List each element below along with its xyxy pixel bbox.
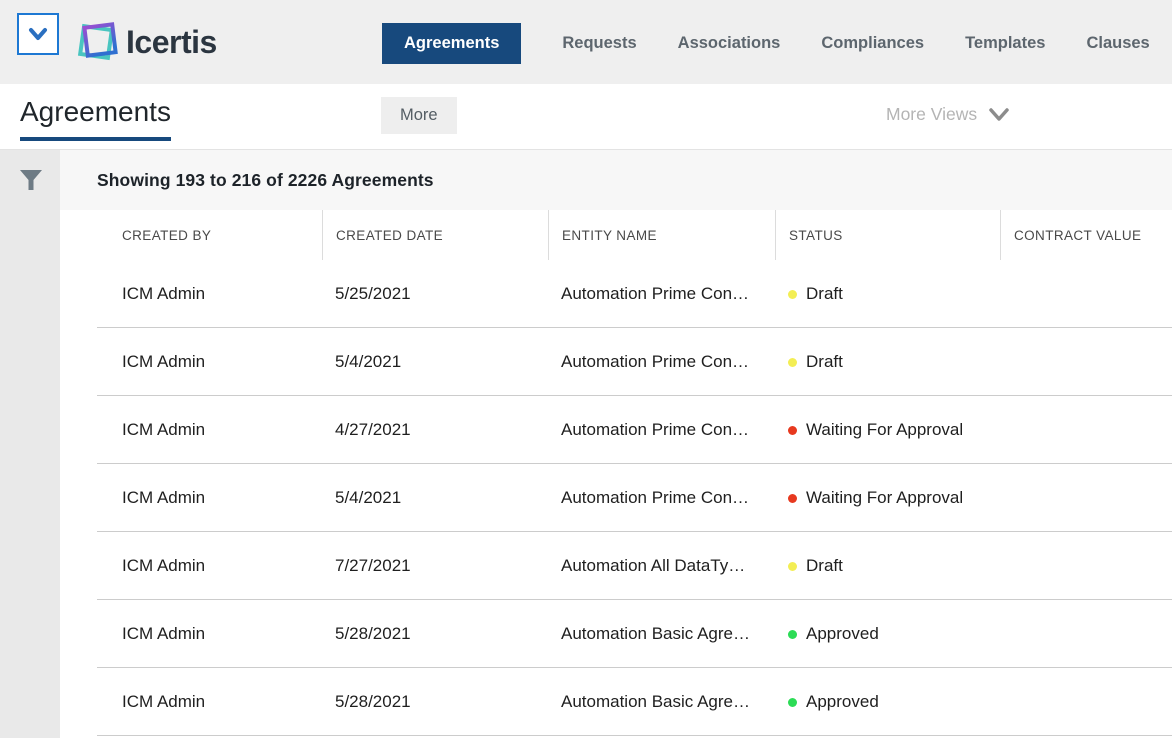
top-bar: Icertis Agreements Requests Associations Co… (0, 0, 1172, 84)
status-dot (788, 425, 797, 435)
table-row[interactable]: ICM Admin 5/4/2021 Automation Prime Con… Dr… (60, 328, 1172, 396)
results-summary-band: Showing 193 to 216 of 2226 Agreements (60, 150, 1172, 210)
cell-created-by: ICM Admin (122, 624, 206, 643)
cell-created-date: 5/4/2021 (335, 352, 402, 371)
column-header-entity-name[interactable]: ENTITY NAME (548, 210, 775, 260)
more-views-dropdown[interactable]: More Views (886, 104, 1009, 125)
status-label: Draft (806, 284, 843, 303)
column-header-contract-value[interactable]: CONTRACT VALUE (1000, 210, 1172, 260)
tab-requests[interactable]: Requests (562, 23, 636, 64)
table-row[interactable]: ICM Admin 5/4/2021 Automation Prime Con… Wa… (60, 464, 1172, 532)
cell-contract-value (1000, 668, 1172, 736)
cell-status: Draft (775, 328, 1000, 396)
main-area: Showing 193 to 216 of 2226 Agreements CR… (0, 150, 1172, 738)
cell-created-by: ICM Admin (122, 420, 206, 439)
cell-entity-name: Automation Basic Agre… (561, 692, 750, 711)
status-label: Draft (806, 556, 843, 575)
cell-entity-name: Automation Prime Con… (561, 488, 750, 507)
table-row[interactable]: ICM Admin 7/27/2021 Automation All DataTy…… (60, 532, 1172, 600)
status-label: Waiting For Approval (806, 488, 964, 507)
cell-created-date: 5/25/2021 (335, 284, 411, 303)
cell-entity-name: Automation Basic Agre… (561, 624, 750, 643)
cell-contract-value (1000, 260, 1172, 328)
cell-contract-value (1000, 464, 1172, 532)
status-label: Draft (806, 352, 843, 371)
main-nav: Agreements Requests Associations Compliance… (382, 23, 1150, 64)
table-row[interactable]: ICM Admin 5/28/2021 Automation Basic Agre…… (60, 668, 1172, 736)
chevron-down-icon (989, 107, 1009, 121)
status-dot (788, 493, 797, 503)
cell-status: Draft (775, 532, 1000, 600)
icertis-wordmark: Icertis (126, 23, 217, 60)
status-dot (788, 289, 797, 299)
cell-contract-value (1000, 532, 1172, 600)
table-row[interactable]: ICM Admin 5/25/2021 Automation Prime Con… D… (60, 260, 1172, 328)
cell-entity-name: Automation Prime Con… (561, 352, 750, 371)
cell-created-by: ICM Admin (122, 352, 206, 371)
results-summary: Showing 193 to 216 of 2226 Agreements (97, 169, 434, 190)
column-header-status[interactable]: STATUS (775, 210, 1000, 260)
cell-created-date: 5/28/2021 (335, 624, 411, 643)
column-header-created-date[interactable]: CREATED DATE (322, 210, 548, 260)
cell-entity-name: Automation Prime Con… (561, 420, 750, 439)
status-dot (788, 629, 797, 639)
cell-status: Draft (775, 260, 1000, 328)
cell-entity-name: Automation All DataTy… (561, 556, 746, 575)
chevron-down-icon (29, 28, 47, 40)
status-label: Approved (806, 624, 879, 643)
cell-contract-value (1000, 600, 1172, 668)
cell-status: Approved (775, 668, 1000, 736)
status-label: Approved (806, 692, 879, 711)
title-bar: Agreements More More Views (0, 84, 1172, 150)
cell-contract-value (1000, 328, 1172, 396)
cell-created-by: ICM Admin (122, 556, 206, 575)
icertis-logo: Icertis (72, 16, 217, 68)
cell-created-by: ICM Admin (122, 488, 206, 507)
collapse-menu-button[interactable] (17, 13, 59, 55)
cell-created-by: ICM Admin (122, 284, 206, 303)
cell-status: Approved (775, 600, 1000, 668)
status-dot (788, 697, 797, 707)
status-dot (788, 357, 797, 367)
tab-agreements[interactable]: Agreements (382, 23, 522, 64)
icertis-logo-icon (77, 22, 118, 61)
cell-created-date: 5/28/2021 (335, 692, 411, 711)
column-header-created-by[interactable]: CREATED BY (60, 210, 322, 260)
more-views-label: More Views (886, 104, 978, 124)
status-dot (788, 561, 797, 571)
tab-compliances[interactable]: Compliances (821, 23, 924, 64)
cell-created-by: ICM Admin (122, 692, 206, 711)
cell-status: Waiting For Approval (775, 396, 1000, 464)
table-header-row: CREATED BY CREATED DATE ENTITY NAME STATUS C… (60, 210, 1172, 260)
table-row[interactable]: ICM Admin 5/28/2021 Automation Basic Agre…… (60, 600, 1172, 668)
table-body: ICM Admin 5/25/2021 Automation Prime Con… D… (60, 260, 1172, 736)
cell-created-date: 7/27/2021 (335, 556, 411, 575)
table-row[interactable]: ICM Admin 4/27/2021 Automation Prime Con… W… (60, 396, 1172, 464)
tab-associations[interactable]: Associations (678, 23, 781, 64)
more-button[interactable]: More (381, 97, 457, 134)
status-label: Waiting For Approval (806, 420, 964, 439)
filter-sidebar (0, 150, 60, 738)
tab-clauses[interactable]: Clauses (1086, 23, 1149, 64)
cell-created-date: 4/27/2021 (335, 420, 411, 439)
filter-icon[interactable] (18, 167, 44, 193)
cell-entity-name: Automation Prime Con… (561, 284, 750, 303)
tab-templates[interactable]: Templates (965, 23, 1045, 64)
cell-created-date: 5/4/2021 (335, 488, 402, 507)
agreements-table-panel: Showing 193 to 216 of 2226 Agreements CR… (60, 150, 1172, 738)
cell-contract-value (1000, 396, 1172, 464)
page-title: Agreements (20, 96, 171, 141)
cell-status: Waiting For Approval (775, 464, 1000, 532)
